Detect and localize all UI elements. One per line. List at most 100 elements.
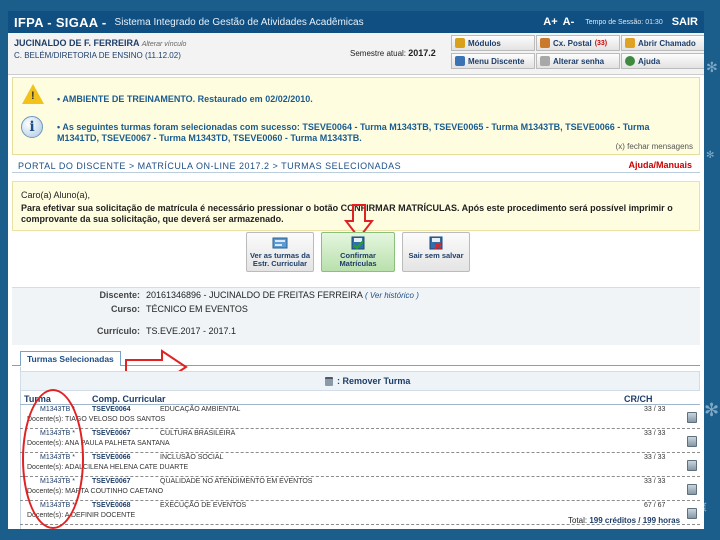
top-bar-controls: A+ A- Tempo de Sessão: 01:30 SAIR bbox=[543, 16, 698, 28]
modules-icon bbox=[455, 38, 465, 48]
current-semester: Semestre atual: 2017.2 bbox=[350, 48, 436, 58]
user-name: JUCINALDO DE F. FERREIRA bbox=[14, 38, 140, 48]
change-bond-link[interactable]: Alterar vínculo bbox=[142, 41, 187, 48]
row-turma: M1343TB * bbox=[40, 502, 76, 509]
font-decrease-button[interactable]: A- bbox=[563, 16, 575, 28]
ticket-icon bbox=[625, 38, 635, 48]
student-info: Discente: 20161346896 - JUCINALDO DE FRE… bbox=[12, 287, 700, 345]
row-docente: Docente(s): A DEFINIR DOCENTE bbox=[27, 512, 136, 519]
curriculo-label: Currículo: bbox=[96, 326, 140, 336]
table-row: M1343TB * TSEVE0066 INCLUSÃO SOCIAL 33 /… bbox=[20, 453, 700, 477]
row-code: TSEVE0066 bbox=[92, 454, 131, 461]
curriculo-row: Currículo: bbox=[12, 316, 140, 336]
row-cr-ch: 33 / 33 bbox=[644, 478, 666, 485]
warning-message: • AMBIENTE DE TREINAMENTO. Restaurado em… bbox=[57, 94, 313, 104]
close-messages-link[interactable]: (x) fechar mensagens bbox=[616, 142, 693, 151]
quick-link-modules[interactable]: Módulos bbox=[451, 35, 535, 51]
student-history-link[interactable]: ( Ver histórico ) bbox=[365, 291, 419, 300]
student-menu-icon bbox=[455, 56, 465, 66]
row-name: CULTURA BRASILEIRA bbox=[160, 430, 236, 437]
curso-row: Curso: bbox=[12, 302, 140, 314]
info-message-text: As seguintes turmas foram selecionadas c… bbox=[57, 122, 650, 143]
mailbox-count-badge: (33) bbox=[594, 39, 608, 47]
confirm-enrollment-button[interactable]: Confirmar Matrículas bbox=[321, 232, 395, 272]
quick-link-label: Abrir Chamado bbox=[638, 38, 696, 48]
system-messages: ! • AMBIENTE DE TREINAMENTO. Restaurado … bbox=[12, 77, 700, 155]
sigaa-window: IFPA - SIGAA - Sistema Integrado de Gest… bbox=[8, 11, 704, 529]
table-header: Turma Comp. Curricular CR/CH bbox=[20, 393, 700, 405]
table-row: M1343TB * TSEVE0067 QUALIDADE NO ATENDIM… bbox=[20, 477, 700, 501]
quick-link-label: Módulos bbox=[468, 38, 501, 48]
warning-message-text: AMBIENTE DE TREINAMENTO. Restaurado em 0… bbox=[62, 94, 313, 104]
curriculo-value: TS.EVE.2017 - 2017.1 bbox=[146, 326, 237, 336]
quick-link-student-menu[interactable]: Menu Discente bbox=[451, 53, 535, 69]
session-timer: Tempo de Sessão: 01:30 bbox=[585, 18, 663, 26]
curriculum-icon bbox=[272, 237, 288, 249]
remove-class-icon[interactable] bbox=[687, 484, 697, 495]
row-docente: Docente(s): TIAGO VELOSO DOS SANTOS bbox=[27, 416, 166, 423]
quick-link-change-password[interactable]: Alterar senha bbox=[536, 53, 620, 69]
breadcrumb: PORTAL DO DISCENTE > MATRÍCULA ON-LINE 2… bbox=[18, 161, 402, 171]
column-cr-ch: CR/CH bbox=[624, 394, 653, 404]
row-turma: M1343TB * bbox=[40, 454, 76, 461]
quick-link-open-ticket[interactable]: Abrir Chamado bbox=[621, 35, 704, 51]
quick-link-help[interactable]: Ajuda bbox=[621, 53, 704, 69]
exit-without-saving-button[interactable]: Sair sem salvar bbox=[402, 232, 470, 272]
logout-button[interactable]: SAIR bbox=[672, 16, 698, 28]
legend-bar: : Remover Turma bbox=[20, 371, 700, 391]
quick-links: Módulos Cx. Postal (33) Abrir Chamado Me… bbox=[451, 35, 704, 69]
view-curriculum-button[interactable]: Ver as turmas da Estr. Curricular bbox=[246, 232, 314, 272]
background-snowflake: ✻ bbox=[706, 150, 715, 161]
user-bar: JUCINALDO DE F. FERREIRA Alterar vínculo… bbox=[8, 33, 704, 75]
row-cr-ch: 33 / 33 bbox=[644, 430, 666, 437]
column-comp-curricular: Comp. Curricular bbox=[92, 394, 166, 404]
table-row: M1343TB * TSEVE0067 CULTURA BRASILEIRA 3… bbox=[20, 429, 700, 453]
warning-icon-mark: ! bbox=[31, 90, 35, 102]
help-icon bbox=[625, 56, 635, 66]
save-confirm-icon bbox=[351, 236, 365, 250]
background-snowflake: ✻ bbox=[706, 60, 718, 76]
row-code: TSEVE0067 bbox=[92, 478, 131, 485]
instructions-greeting: Caro(a) Aluno(a), bbox=[21, 190, 91, 200]
exit-without-saving-label: Sair sem salvar bbox=[408, 251, 464, 260]
user-department: C. BELÉM/DIRETORIA DE ENSINO (11.12.02) bbox=[14, 51, 181, 60]
total-credits: Total: 199 créditos / 199 horas bbox=[568, 516, 680, 525]
row-turma: M1343TB * bbox=[40, 430, 76, 437]
row-cr-ch: 33 / 33 bbox=[644, 406, 666, 413]
row-turma: M1343TB * bbox=[40, 406, 76, 413]
semester-label: Semestre atual: bbox=[350, 49, 407, 58]
row-cr-ch: 67 / 67 bbox=[644, 502, 666, 509]
discente-row: Discente: bbox=[12, 288, 140, 300]
brand-title: IFPA - SIGAA - bbox=[14, 14, 107, 30]
view-curriculum-label: Ver as turmas da Estr. Curricular bbox=[249, 251, 311, 268]
row-code: TSEVE0067 bbox=[92, 430, 131, 437]
quick-link-label: Cx. Postal bbox=[553, 38, 592, 48]
quick-link-label: Menu Discente bbox=[468, 56, 525, 66]
discente-label: Discente: bbox=[99, 290, 140, 300]
tab-selected-classes[interactable]: Turmas Selecionadas bbox=[20, 351, 121, 366]
user-name-line: JUCINALDO DE F. FERREIRA Alterar vínculo bbox=[14, 38, 186, 48]
row-name: QUALIDADE NO ATENDIMENTO EM EVENTOS bbox=[160, 478, 313, 485]
row-docente: Docente(s): ADALCILENA HELENA CATE DUART… bbox=[27, 464, 189, 471]
remove-class-icon[interactable] bbox=[687, 412, 697, 423]
quick-link-mailbox[interactable]: Cx. Postal (33) bbox=[536, 35, 620, 51]
row-cr-ch: 33 / 33 bbox=[644, 454, 666, 461]
quick-link-label: Ajuda bbox=[638, 56, 661, 66]
info-message: • As seguintes turmas foram selecionadas… bbox=[57, 122, 650, 143]
row-name: EXECUÇÃO DE EVENTOS bbox=[160, 502, 247, 509]
row-code: TSEVE0064 bbox=[92, 406, 131, 413]
remove-class-icon[interactable] bbox=[687, 436, 697, 447]
trash-icon bbox=[325, 376, 333, 386]
confirm-enrollment-label: Confirmar Matrículas bbox=[339, 251, 377, 268]
help-manuals-link[interactable]: Ajuda/Manuais bbox=[628, 160, 692, 170]
row-docente: Docente(s): MARTA COUTINHO CAETANO bbox=[27, 488, 164, 495]
remove-class-icon[interactable] bbox=[687, 508, 697, 519]
discente-value: 20161346896 - JUCINALDO DE FREITAS FERRE… bbox=[146, 290, 363, 300]
font-increase-button[interactable]: A+ bbox=[543, 16, 557, 28]
column-turma: Turma bbox=[24, 394, 51, 404]
top-bar: IFPA - SIGAA - Sistema Integrado de Gest… bbox=[8, 11, 704, 33]
quick-link-label: Alterar senha bbox=[553, 56, 605, 66]
background-snowflake: ✻ bbox=[704, 400, 720, 421]
remove-class-icon[interactable] bbox=[687, 460, 697, 471]
exit-no-save-icon bbox=[429, 236, 443, 250]
